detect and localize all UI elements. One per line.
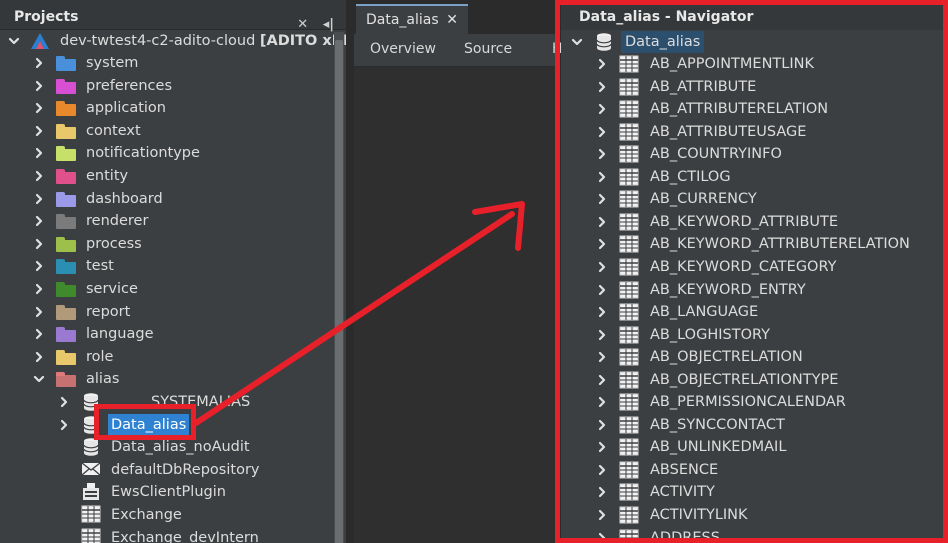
annotation-arrow [193,201,525,426]
